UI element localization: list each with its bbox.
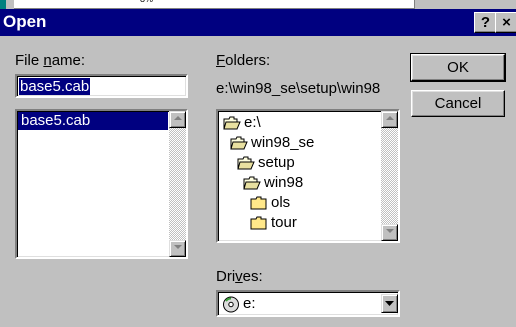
scroll-down-button[interactable] — [169, 240, 186, 257]
arrow-up-icon — [385, 116, 394, 120]
tree-item-win98[interactable]: win98 — [243, 174, 303, 191]
drives-dropdown-button[interactable] — [381, 294, 398, 313]
chevron-down-icon — [385, 301, 394, 306]
selected-drive: e: — [222, 295, 256, 313]
cancel-button[interactable]: Cancel — [411, 90, 505, 117]
file-list-scrollbar[interactable] — [169, 111, 186, 257]
tree-item-setup[interactable]: setup — [237, 154, 295, 171]
drives-dropdown[interactable]: e: — [216, 290, 400, 317]
close-button[interactable]: × — [495, 12, 516, 33]
open-folder-icon — [243, 176, 261, 190]
arrow-up-icon — [173, 116, 182, 120]
scroll-up-button[interactable] — [169, 111, 186, 128]
open-folder-icon — [223, 116, 241, 130]
file-list[interactable]: base5.cab — [15, 109, 188, 259]
tree-item-win98-se[interactable]: win98_se — [230, 134, 314, 151]
arrow-down-icon — [385, 229, 394, 233]
tree-item-ols[interactable]: ols — [250, 194, 290, 211]
background-cell — [0, 0, 6, 9]
file-name-value: base5.cab — [19, 78, 91, 95]
scroll-up-button[interactable] — [381, 111, 398, 128]
file-name-input[interactable]: base5.cab — [15, 74, 188, 98]
open-folder-icon — [230, 136, 248, 150]
folder-tree[interactable]: e:\ win98_se setup win98 ols tour — [216, 109, 400, 243]
folder-icon — [250, 216, 267, 230]
file-list-item[interactable]: base5.cab — [18, 112, 168, 130]
arrow-down-icon — [173, 245, 182, 249]
tree-item-root[interactable]: e:\ — [223, 114, 261, 131]
folder-tree-scrollbar[interactable] — [381, 111, 398, 241]
background-box — [14, 0, 415, 9]
file-name-label: File name: — [15, 52, 86, 69]
title-bar: Open ? × — [0, 9, 516, 36]
scroll-down-button[interactable] — [381, 224, 398, 241]
current-folder-path: e:\win98_se\setup\win98 — [216, 80, 381, 97]
cd-drive-icon — [223, 296, 239, 313]
tree-item-tour[interactable]: tour — [250, 214, 297, 231]
background-text: 8% — [140, 0, 153, 4]
window-title: Open — [3, 12, 47, 31]
folders-label: Folders: — [216, 52, 271, 69]
folder-icon — [250, 196, 267, 210]
ok-button[interactable]: OK — [410, 53, 506, 82]
drives-label: Drives: — [216, 268, 263, 285]
help-button[interactable]: ? — [474, 12, 497, 33]
open-folder-icon — [237, 156, 255, 170]
